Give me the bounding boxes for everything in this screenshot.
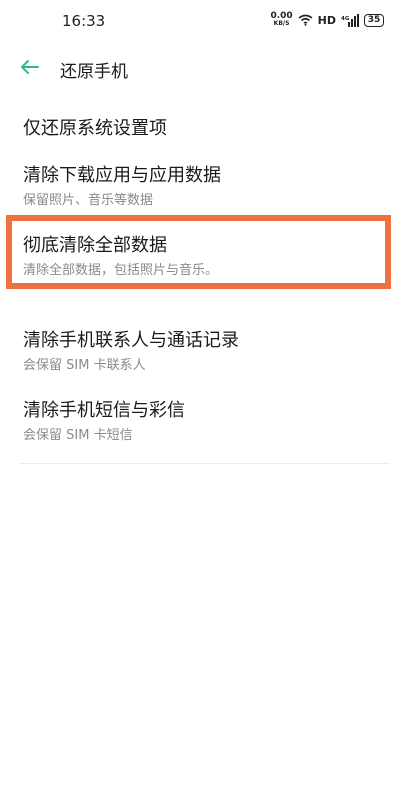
signal-icon: 4G (341, 13, 359, 27)
menu-item-subtitle: 会保留 SIM 卡联系人 (23, 358, 146, 373)
page-header: 还原手机 (0, 50, 406, 86)
battery-indicator: 35 (364, 13, 384, 27)
menu-item-subtitle: 清除全部数据，包括照片与音乐。 (23, 263, 219, 278)
network-speed: 0.00 KB/S (270, 12, 292, 28)
reset-settings-only-item[interactable]: 仅还原系统设置项 (0, 108, 406, 144)
menu-item-title: 仅还原系统设置项 (23, 118, 167, 139)
menu-item-subtitle: 保留照片、音乐等数据 (23, 193, 154, 208)
clear-apps-data-item[interactable]: 清除下载应用与应用数据 保留照片、音乐等数据 (0, 155, 406, 211)
back-arrow-icon[interactable] (18, 56, 40, 78)
network-speed-unit: KB/S (273, 20, 290, 27)
menu-item-title: 清除手机联系人与通话记录 (23, 330, 239, 351)
erase-all-data-item[interactable]: 彻底清除全部数据 清除全部数据，包括照片与音乐。 (0, 225, 406, 281)
list-divider (20, 463, 390, 464)
menu-item-title: 清除下载应用与应用数据 (23, 165, 221, 186)
menu-item-subtitle: 会保留 SIM 卡短信 (23, 428, 133, 443)
clear-messages-item[interactable]: 清除手机短信与彩信 会保留 SIM 卡短信 (0, 390, 406, 446)
clear-contacts-call-log-item[interactable]: 清除手机联系人与通话记录 会保留 SIM 卡联系人 (0, 320, 406, 376)
svg-text:4G: 4G (341, 16, 350, 22)
page-title: 还原手机 (60, 62, 128, 82)
status-icons: 0.00 KB/S HD 4G 35 (270, 10, 384, 30)
network-speed-value: 0.00 (270, 11, 293, 21)
status-bar: 16:33 0.00 KB/S HD 4G 35 (0, 0, 406, 40)
hd-indicator: HD (317, 13, 336, 27)
status-time: 16:33 (62, 12, 106, 30)
menu-item-title: 清除手机短信与彩信 (23, 400, 185, 421)
menu-item-title: 彻底清除全部数据 (23, 235, 167, 256)
wifi-icon (298, 14, 313, 26)
